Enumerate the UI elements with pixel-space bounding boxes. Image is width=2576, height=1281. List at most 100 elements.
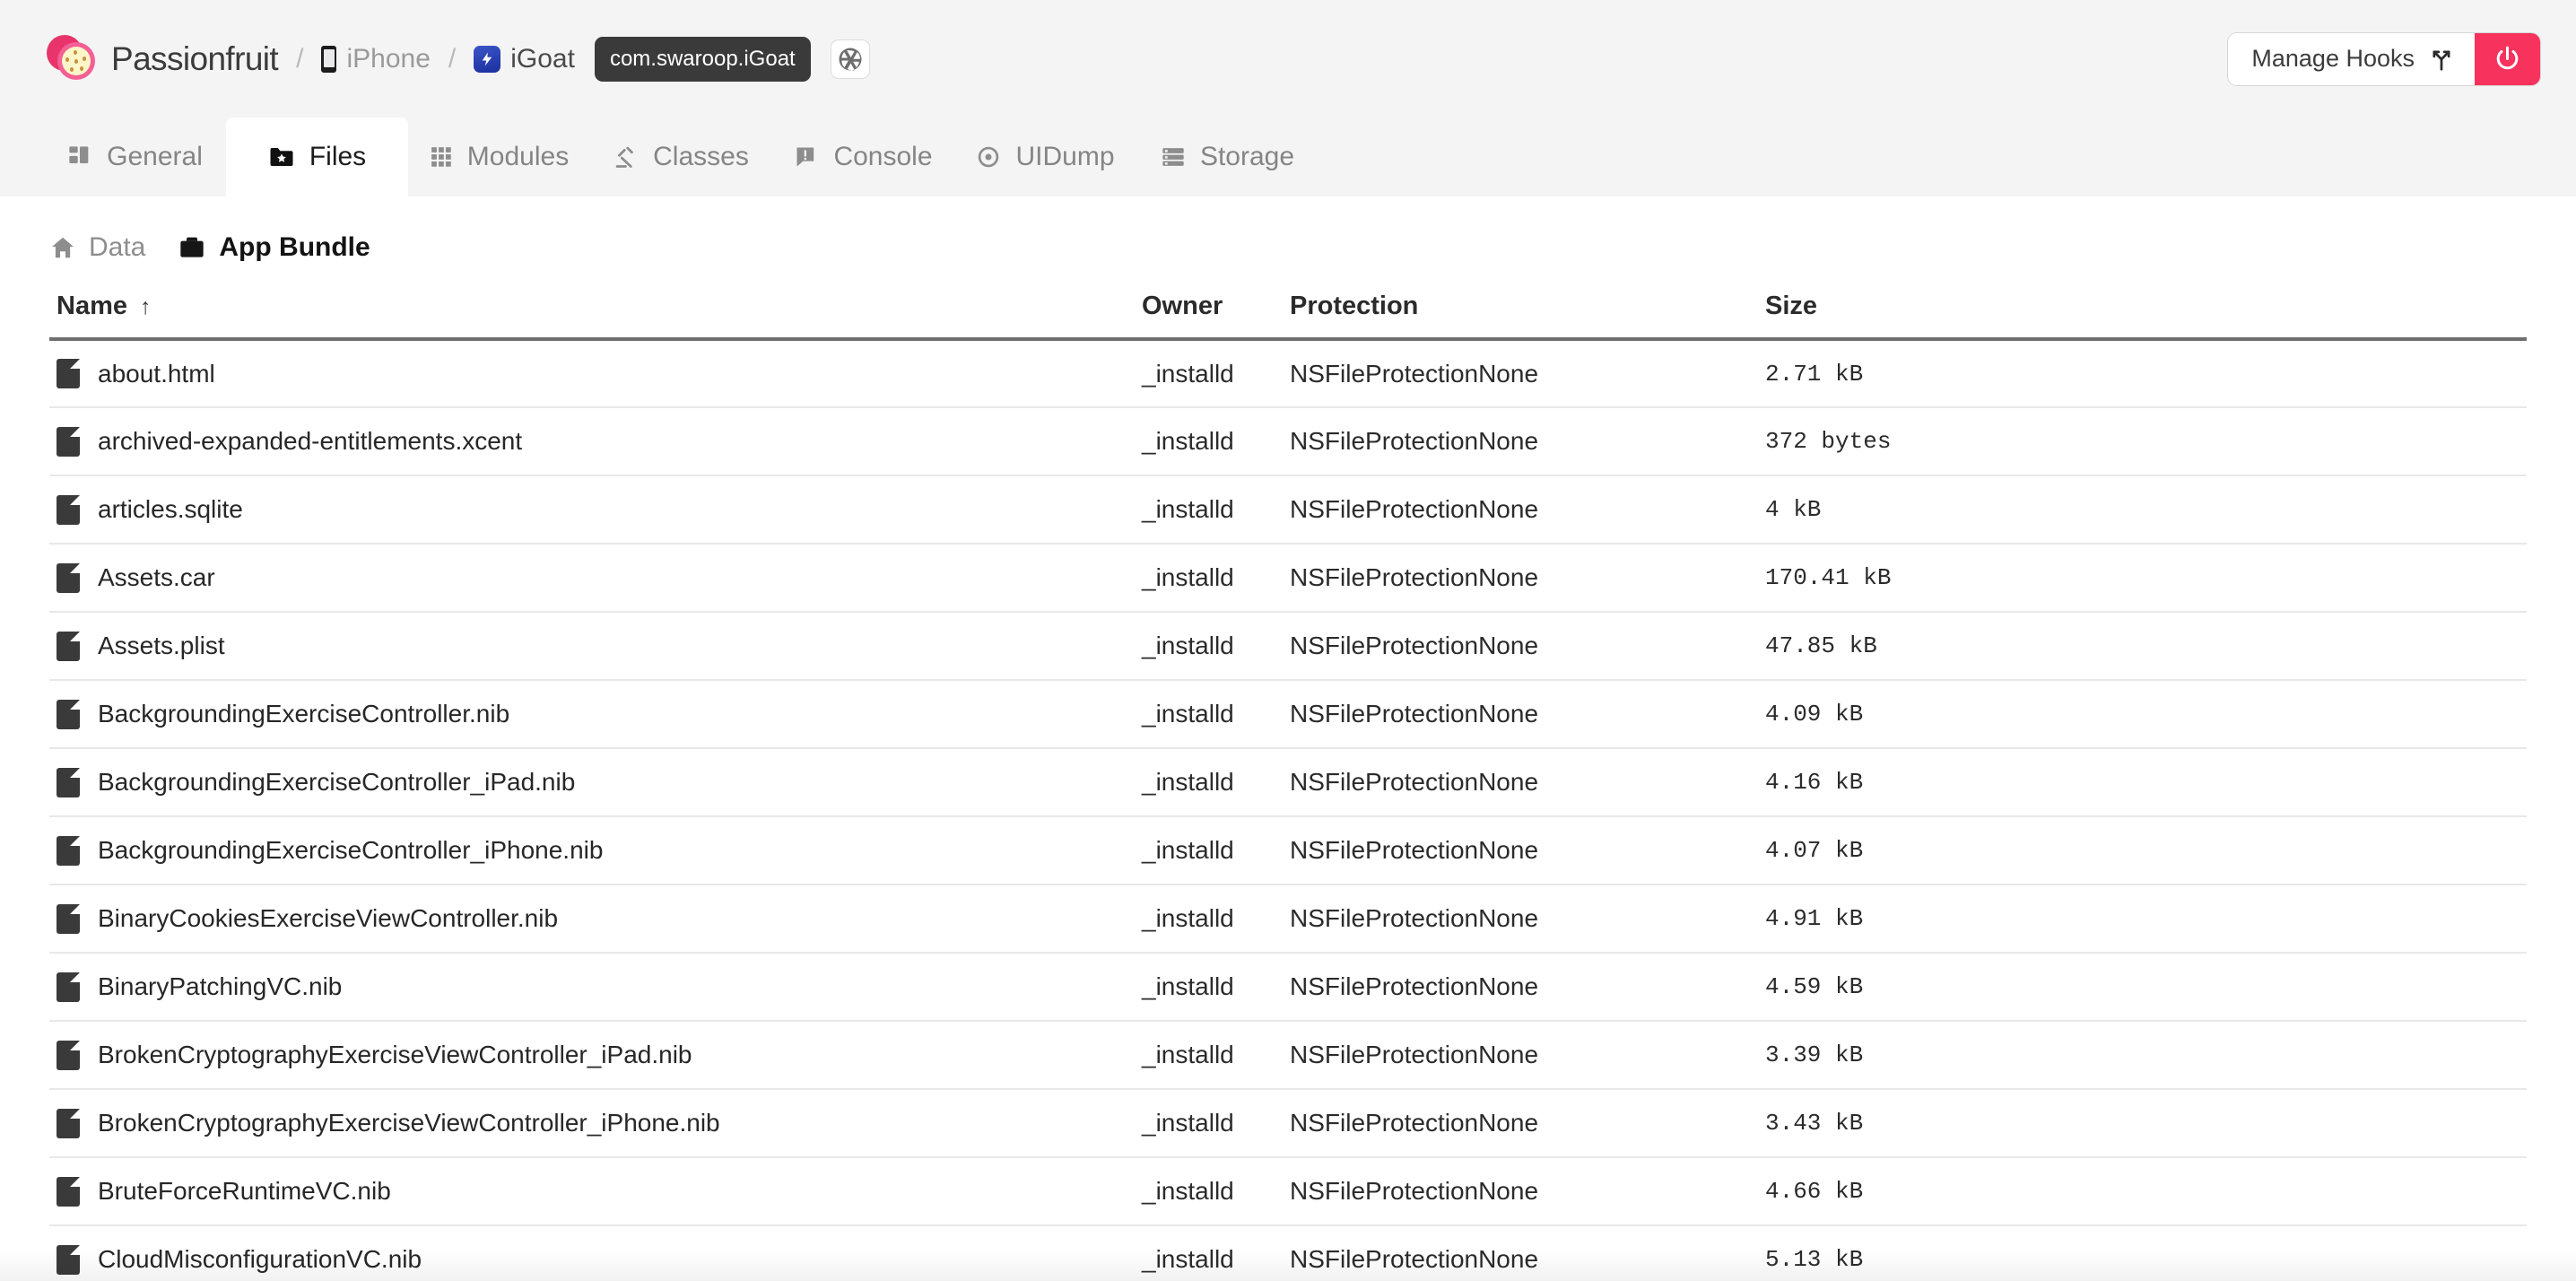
file-name-label: archived-expanded-entitlements.xcent [98, 427, 523, 455]
file-name-label: CloudMisconfigurationVC.nib [98, 1245, 422, 1273]
file-size-cell: 3.43 kB [1765, 1110, 1864, 1137]
table-row[interactable]: BackgroundingExerciseController_iPad.nib… [49, 748, 2527, 816]
brand-logo[interactable]: Passionfruit [43, 31, 279, 87]
file-name-cell[interactable]: BackgroundingExerciseController_iPhone.n… [49, 816, 1142, 884]
manage-hooks-button[interactable]: Manage Hooks [2228, 32, 2475, 85]
file-size-cell: 372 bytes [1765, 428, 1892, 455]
table-row[interactable]: archived-expanded-entitlements.xcent _ins… [49, 407, 2527, 475]
gavel-icon [614, 144, 639, 170]
tab-label: Classes [653, 142, 749, 171]
file-size-cell: 4.91 kB [1765, 905, 1864, 932]
file-name-cell[interactable]: articles.sqlite [49, 475, 1142, 544]
tab-console[interactable]: Console [772, 118, 954, 196]
file-name-cell[interactable]: BinaryCookiesExerciseViewController.nib [49, 884, 1142, 953]
tab-label: General [107, 142, 203, 171]
column-header-size[interactable]: Size [1765, 292, 2527, 341]
file-icon [57, 562, 80, 593]
table-row[interactable]: BruteForceRuntimeVC.nib _installd NSFilePr… [49, 1157, 2527, 1225]
file-size-cell: 4.09 kB [1765, 701, 1864, 728]
file-name-cell[interactable]: BruteForceRuntimeVC.nib [49, 1157, 1142, 1225]
table-row[interactable]: BinaryCookiesExerciseViewController.nib _… [49, 884, 2527, 953]
file-name-label: about.html [98, 359, 215, 388]
file-owner-cell: _installd [1142, 904, 1234, 932]
tab-classes[interactable]: Classes [590, 118, 772, 196]
file-name-cell[interactable]: about.html [49, 339, 1142, 407]
device-breadcrumb[interactable]: iPhone [321, 43, 431, 74]
table-row[interactable]: BrokenCryptographyExerciseViewController… [49, 1021, 2527, 1089]
tab-label: UIDump [1015, 142, 1115, 171]
file-owner-cell: _installd [1142, 972, 1234, 1000]
file-owner-cell: _installd [1142, 768, 1234, 796]
file-name-cell[interactable]: Assets.plist [49, 612, 1142, 680]
file-protection-cell: NSFileProtectionNone [1290, 1245, 1539, 1273]
file-name-cell[interactable]: BackgroundingExerciseController_iPad.nib [49, 748, 1142, 816]
table-row[interactable]: CloudMisconfigurationVC.nib _installd NSFi… [49, 1225, 2527, 1281]
file-name-label: BrokenCryptographyExerciseViewController… [98, 1041, 692, 1068]
breadcrumb-item-data[interactable]: Data [49, 232, 145, 263]
file-icon [57, 699, 80, 729]
file-name-cell[interactable]: archived-expanded-entitlements.xcent [49, 407, 1142, 475]
table-row[interactable]: BackgroundingExerciseController.nib _inst… [49, 680, 2527, 748]
file-name-cell[interactable]: BinaryPatchingVC.nib [49, 953, 1142, 1021]
file-owner-cell: _installd [1142, 700, 1234, 728]
file-name-cell[interactable]: BackgroundingExerciseController.nib [49, 680, 1142, 748]
file-protection-cell: NSFileProtectionNone [1290, 1041, 1539, 1068]
column-header-owner[interactable]: Owner [1142, 292, 1290, 341]
app-breadcrumb[interactable]: iGoat [474, 44, 575, 74]
power-icon [2493, 44, 2522, 74]
table-row[interactable]: articles.sqlite _installd NSFileProtection… [49, 475, 2527, 544]
file-name-label: BackgroundingExerciseController_iPhone.n… [98, 836, 604, 864]
file-protection-cell: NSFileProtectionNone [1290, 563, 1539, 591]
tab-general[interactable]: General [44, 118, 226, 196]
breadcrumb-label: Data [89, 232, 146, 262]
column-header-name[interactable]: Name ↑ [49, 292, 1142, 341]
file-icon [57, 767, 80, 797]
table-row[interactable]: BinaryPatchingVC.nib _installd NSFileProte… [49, 953, 2527, 1021]
file-icon [57, 359, 80, 388]
phone-icon [321, 45, 337, 73]
file-size-cell: 4 kB [1765, 496, 1822, 523]
file-icon [57, 1040, 80, 1070]
file-protection-cell: NSFileProtectionNone [1290, 904, 1539, 932]
breadcrumb-label: App Bundle [219, 232, 370, 262]
file-name-label: BruteForceRuntimeVC.nib [98, 1177, 391, 1205]
tab-files[interactable]: Files [226, 118, 408, 196]
file-table: Name ↑ Owner Protection Size about.html _i… [49, 292, 2527, 1281]
table-row[interactable]: Assets.plist _installd NSFileProtectionNon… [49, 612, 2527, 680]
device-name: iPhone [346, 43, 431, 74]
file-size-cell: 2.71 kB [1765, 360, 1864, 388]
tab-uidump[interactable]: UIDump [954, 118, 1136, 196]
file-name-cell[interactable]: BrokenCryptographyExerciseViewController… [49, 1089, 1142, 1157]
file-name-label: BrokenCryptographyExerciseViewController… [98, 1109, 720, 1137]
screenshot-button[interactable] [830, 39, 870, 79]
file-table-body: about.html _installd NSFileProtectionNone 2… [49, 339, 2527, 1281]
file-owner-cell: _installd [1142, 427, 1234, 455]
file-name-cell[interactable]: CloudMisconfigurationVC.nib [49, 1225, 1142, 1281]
database-rows-icon [1161, 144, 1186, 170]
top-bar: Passionfruit / iPhone / iGoat com.swaroo… [0, 0, 2576, 118]
file-icon [57, 835, 80, 866]
file-name-cell[interactable]: BrokenCryptographyExerciseViewController… [49, 1021, 1142, 1089]
power-button[interactable] [2475, 32, 2540, 85]
column-header-protection[interactable]: Protection [1290, 292, 1765, 341]
breadcrumb-item-app-bundle[interactable]: App Bundle [178, 232, 370, 263]
table-row[interactable]: BrokenCryptographyExerciseViewController… [49, 1089, 2527, 1157]
file-owner-cell: _installd [1142, 1245, 1234, 1273]
file-owner-cell: _installd [1142, 495, 1234, 523]
file-table-container: Name ↑ Owner Protection Size about.html _i… [0, 292, 2576, 1281]
file-protection-cell: NSFileProtectionNone [1290, 632, 1539, 659]
file-name-cell[interactable]: Assets.car [49, 544, 1142, 612]
table-row[interactable]: Assets.car _installd NSFileProtectionNone 1… [49, 544, 2527, 612]
breadcrumb-separator-1: / [296, 43, 304, 74]
tab-modules[interactable]: Modules [408, 118, 590, 196]
breadcrumb-separator-2: / [448, 43, 457, 74]
file-protection-cell: NSFileProtectionNone [1290, 427, 1539, 455]
file-name-label: BackgroundingExerciseController.nib [98, 700, 510, 728]
table-row[interactable]: BackgroundingExerciseController_iPhone.n… [49, 816, 2527, 884]
aperture-icon [837, 46, 864, 73]
tab-storage[interactable]: Storage [1136, 118, 1318, 196]
dashboard-grid-icon [67, 144, 92, 170]
file-icon [57, 426, 80, 457]
table-row[interactable]: about.html _installd NSFileProtectionNone 2… [49, 339, 2527, 407]
file-protection-cell: NSFileProtectionNone [1290, 700, 1539, 728]
